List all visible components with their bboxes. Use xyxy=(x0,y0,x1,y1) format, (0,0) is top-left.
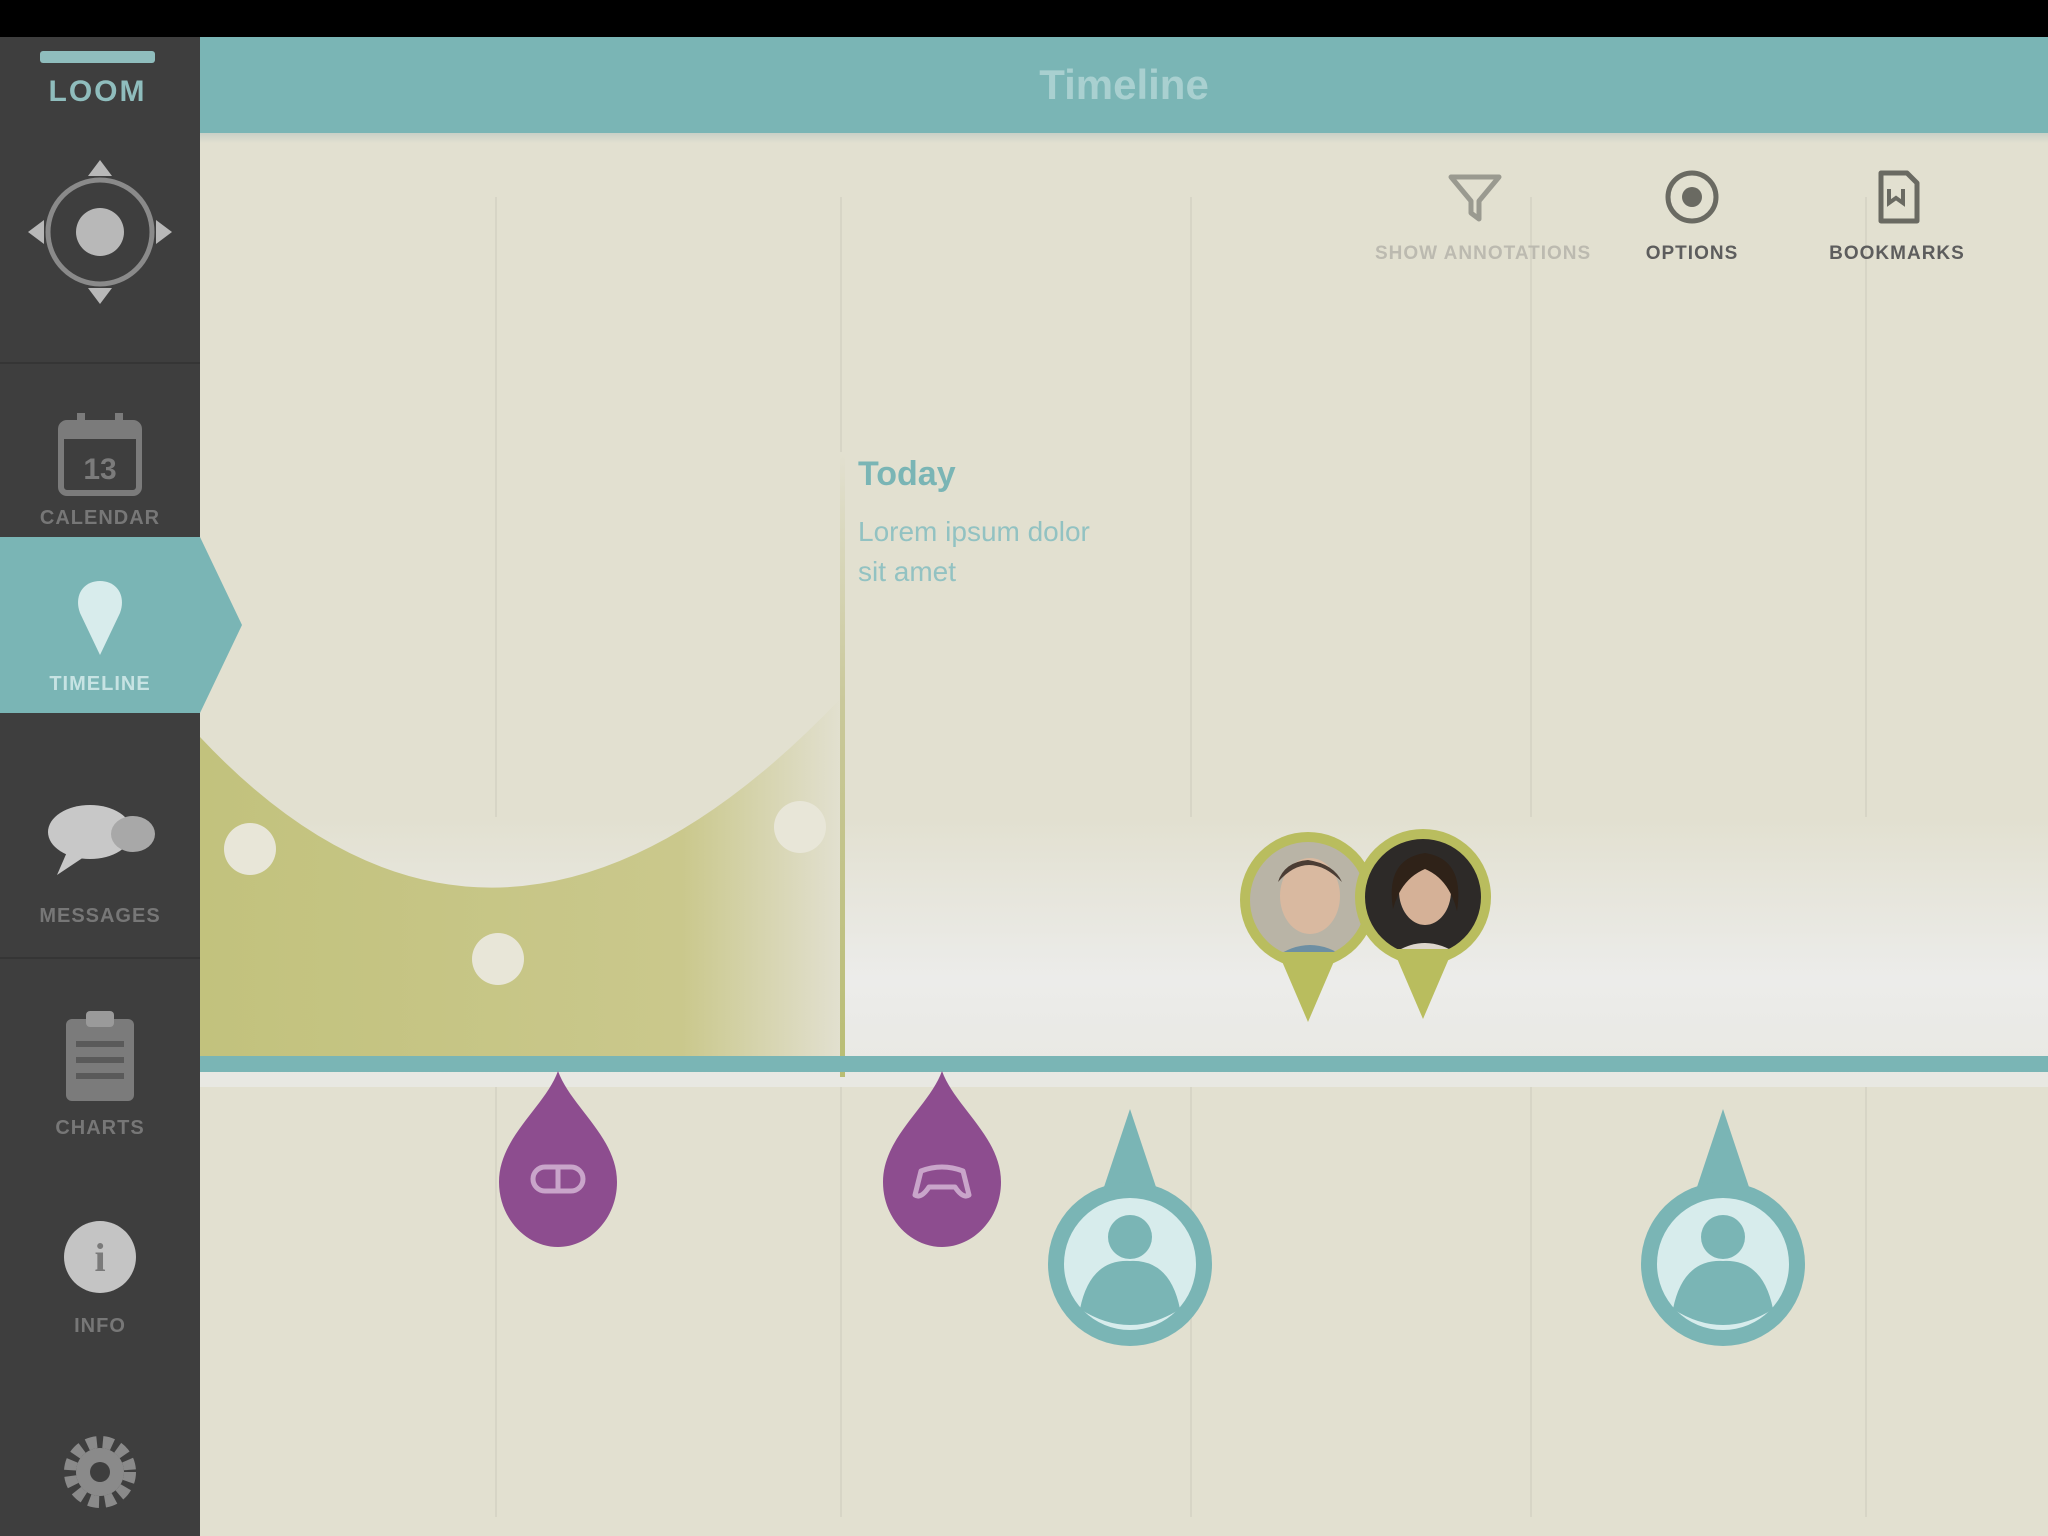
clipboard-icon xyxy=(66,1011,134,1101)
app-logo[interactable]: LOOM xyxy=(30,51,165,121)
app-root: LOOM 13 CALENDAR TIMELINE MESSAGES CHART… xyxy=(0,37,2048,1536)
avatar xyxy=(1250,842,1366,958)
sidebar-item-label: CHARTS xyxy=(55,1117,145,1139)
sidebar-item-charts[interactable]: CHARTS xyxy=(0,967,200,1167)
bookmarks-label: BOOKMARKS xyxy=(1829,243,1965,264)
svg-text:i: i xyxy=(94,1235,105,1280)
bookmarks-button[interactable]: BOOKMARKS xyxy=(1822,167,1972,265)
avatar xyxy=(1365,839,1481,955)
event-description-line: sit amet xyxy=(858,556,957,587)
bookmark-icon xyxy=(1878,170,1920,224)
event-description: Lorem ipsum dolor sit amet xyxy=(858,512,1138,592)
sidebar-item-calendar[interactable]: 13 CALENDAR xyxy=(0,367,200,537)
sidebar-item-info[interactable]: i INFO xyxy=(0,1177,200,1357)
sidebar-item-label: CALENDAR xyxy=(39,507,161,529)
sidebar-item-navigate[interactable] xyxy=(0,157,200,327)
event-title[interactable]: Today xyxy=(858,455,956,494)
chat-bubble-icon xyxy=(48,805,155,875)
event-description-line: Lorem ipsum dolor xyxy=(858,516,1090,547)
options-button[interactable]: OPTIONS xyxy=(1612,167,1772,265)
options-label: OPTIONS xyxy=(1645,243,1739,264)
options-icon xyxy=(1665,170,1719,224)
medication-pin[interactable] xyxy=(493,1067,623,1257)
sidebar-divider xyxy=(0,957,200,959)
filter-icon xyxy=(1448,174,1502,222)
pin-icon xyxy=(78,581,122,655)
sidebar-item-label: TIMELINE xyxy=(49,673,151,695)
dpad-icon xyxy=(28,160,172,304)
calendar-icon: 13 xyxy=(58,413,142,496)
timeline-axis xyxy=(200,1056,2048,1072)
sidebar-item-settings[interactable] xyxy=(0,1417,200,1527)
olive-curve-area xyxy=(200,697,842,1059)
sidebar-item-messages[interactable]: MESSAGES xyxy=(0,727,200,927)
sidebar: LOOM 13 CALENDAR TIMELINE MESSAGES CHART… xyxy=(0,37,242,1536)
svg-text:13: 13 xyxy=(83,453,116,486)
logo-text: LOOM xyxy=(48,75,147,108)
filter-label: SHOW ANNOTATIONS xyxy=(1375,243,1592,264)
today-marker-line xyxy=(840,452,845,1077)
avatar-pin[interactable] xyxy=(1355,829,1491,1029)
treatment-pin[interactable] xyxy=(877,1067,1007,1257)
gear-icon xyxy=(64,1436,136,1508)
filter-button[interactable]: SHOW ANNOTATIONS xyxy=(1375,167,1592,265)
person-pin[interactable] xyxy=(1040,1109,1220,1349)
sidebar-item-label: MESSAGES xyxy=(39,905,161,927)
logo-stripe xyxy=(40,51,155,63)
sidebar-divider xyxy=(0,362,200,364)
sidebar-item-label: INFO xyxy=(74,1315,126,1337)
info-icon: i xyxy=(64,1221,136,1293)
sidebar-item-timeline[interactable]: TIMELINE xyxy=(0,537,200,713)
person-pin[interactable] xyxy=(1633,1109,1813,1349)
